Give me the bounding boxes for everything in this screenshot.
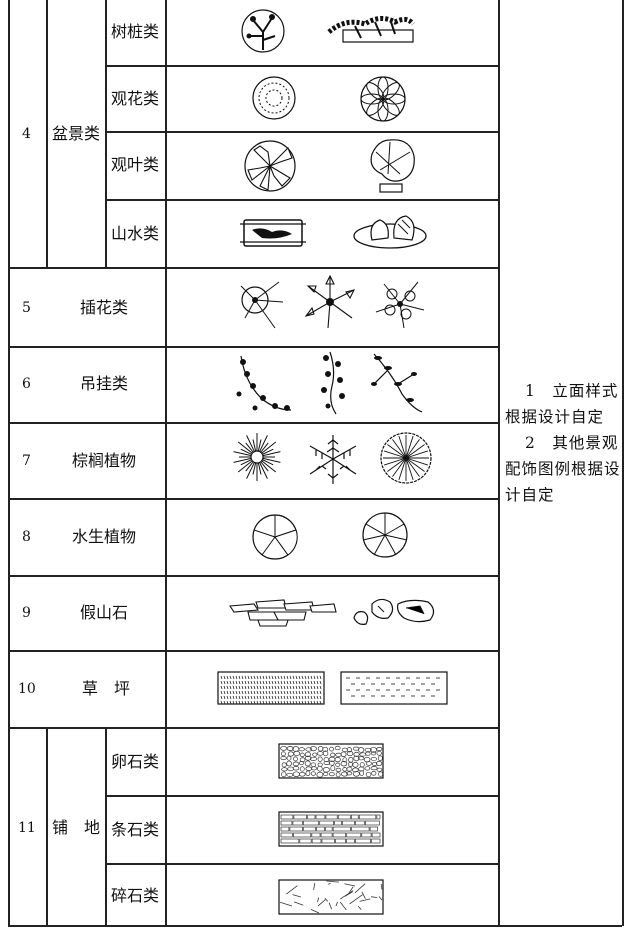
palm-symbol-2 xyxy=(309,435,357,484)
hanging-plant-symbol-1 xyxy=(236,355,292,411)
hanging-plant-symbol-2 xyxy=(321,351,345,415)
row-number-9: 9 xyxy=(22,605,31,621)
flower-arrangement-symbol-1 xyxy=(240,281,284,329)
rockery-elevation-symbol xyxy=(353,598,435,625)
flowering-bonsai-plan-symbol xyxy=(252,76,296,120)
palm-symbol-1 xyxy=(233,433,281,481)
foliage-bonsai-plan-symbol xyxy=(244,140,296,192)
landscape-bonsai-plan-symbol xyxy=(240,219,306,247)
tree-stump-plan-symbol xyxy=(241,9,285,53)
crushed-stone-paving-symbol xyxy=(278,879,384,915)
rockery-plan-symbol xyxy=(229,599,337,627)
row-number-6: 6 xyxy=(22,376,31,392)
remarks-notes: 1 立面样式根据设计自定 2 其他景观配饰图例根据设计自定 xyxy=(505,378,621,508)
lawn-texture-symbol-1 xyxy=(217,671,325,705)
flower-arrangement-symbol-2 xyxy=(304,274,356,329)
sub-shuzhuang: 树桩类 xyxy=(111,22,160,41)
landscape-bonsai-elevation-symbol xyxy=(353,215,427,249)
row-label-chahua: 插花类 xyxy=(80,298,129,317)
palm-symbol-3 xyxy=(380,432,432,484)
hanging-plant-symbol-3 xyxy=(371,353,423,413)
row-number-4: 4 xyxy=(22,126,31,142)
foliage-bonsai-elevation-symbol xyxy=(370,139,415,193)
row-label-diaogua: 吊挂类 xyxy=(80,374,129,393)
row-label-shuisheng: 水生植物 xyxy=(72,527,137,546)
note-2: 2 其他景观配饰图例根据设计自定 xyxy=(505,434,621,504)
flowering-bonsai-elevation-symbol xyxy=(360,76,406,122)
note-1: 1 立面样式根据设计自定 xyxy=(505,382,619,426)
row-number-11: 11 xyxy=(18,820,36,836)
strip-stone-paving-symbol xyxy=(278,811,384,847)
lawn-texture-symbol-2 xyxy=(340,671,448,705)
row-number-10: 10 xyxy=(18,681,36,697)
sub-guanye: 观叶类 xyxy=(111,155,160,174)
aquatic-plant-symbol-1 xyxy=(252,514,298,560)
row-number-7: 7 xyxy=(22,453,31,469)
pebble-paving-symbol xyxy=(278,743,384,779)
sub-luanshi: 卵石类 xyxy=(111,752,160,771)
category-penjing: 盆景类 xyxy=(52,124,101,143)
sub-tiaoshi: 条石类 xyxy=(111,820,160,839)
sub-guanhua: 观花类 xyxy=(111,89,160,108)
tree-stump-elevation-symbol xyxy=(327,16,415,43)
row-label-zonglv: 棕榈植物 xyxy=(72,451,137,470)
row-label-caoping: 草 坪 xyxy=(82,679,131,698)
row-label-jiashanshi: 假山石 xyxy=(80,603,129,622)
row-number-8: 8 xyxy=(22,529,31,545)
sub-shanshui: 山水类 xyxy=(111,224,160,243)
sub-suishi: 碎石类 xyxy=(111,886,160,905)
row-number-5: 5 xyxy=(22,300,31,316)
flower-arrangement-symbol-3 xyxy=(375,281,425,329)
category-pudi: 铺 地 xyxy=(52,818,101,837)
aquatic-plant-symbol-2 xyxy=(362,512,408,558)
